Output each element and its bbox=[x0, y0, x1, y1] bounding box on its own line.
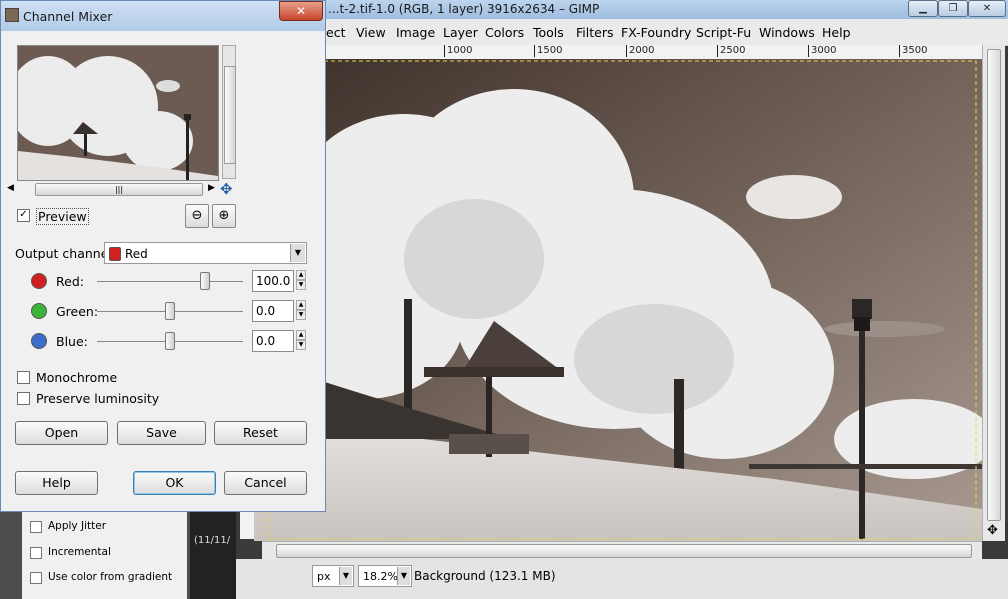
ok-button[interactable]: OK bbox=[133, 471, 216, 495]
menu-script-fu[interactable]: Script-Fu bbox=[696, 25, 751, 40]
reset-button[interactable]: Reset bbox=[214, 421, 307, 445]
dialog-body: ◀ ||| ▶ ✥ ✓ Preview ⊖ ⊕ Output channel: … bbox=[5, 31, 321, 509]
navigate-icon[interactable]: ✥ bbox=[220, 180, 233, 198]
dialog-close-button[interactable]: ✕ bbox=[279, 1, 323, 21]
ruler-mark: 1000 bbox=[444, 45, 472, 57]
scroll-right-icon[interactable]: ▶ bbox=[208, 183, 215, 193]
zoom-out-icon[interactable]: ⊖ bbox=[185, 204, 209, 228]
preview-checkbox[interactable]: ✓ bbox=[17, 209, 30, 222]
red-label: Red: bbox=[56, 274, 84, 289]
preview-vertical-scrollbar[interactable] bbox=[222, 45, 236, 179]
use-gradient-label: Use color from gradient bbox=[48, 571, 173, 583]
date-fragment: (11/11/ bbox=[194, 535, 231, 546]
green-slider-handle[interactable] bbox=[165, 302, 175, 320]
output-channel-select[interactable]: Red ▼ bbox=[104, 242, 307, 264]
window-close-button[interactable]: ✕ bbox=[968, 0, 1006, 17]
layer-info: Background (123.1 MB) bbox=[414, 569, 556, 583]
blue-value-input[interactable]: 0.0 bbox=[252, 330, 294, 352]
menu-bar: ect View Image Layer Colors Tools Filter… bbox=[230, 19, 1008, 46]
gimp-window-title: ...t-2.tif-1.0 (RGB, 1 layer) 3916x2634 … bbox=[328, 2, 600, 16]
menu-tools[interactable]: Tools bbox=[533, 25, 564, 40]
chevron-down-icon: ▼ bbox=[290, 244, 305, 262]
gimp-app-icon bbox=[5, 8, 19, 22]
unit-selector[interactable]: px ▼ bbox=[312, 565, 354, 587]
preview-thumbnail bbox=[18, 46, 218, 180]
red-value-input[interactable]: 100.0 bbox=[252, 270, 294, 292]
ruler-mark: 2000 bbox=[626, 45, 654, 57]
preview-horizontal-scrollbar[interactable]: ||| bbox=[17, 182, 217, 196]
ruler-mark: 3500 bbox=[899, 45, 927, 57]
image-canvas[interactable] bbox=[254, 59, 994, 541]
save-button[interactable]: Save bbox=[117, 421, 206, 445]
output-channel-label: Output channel: bbox=[15, 246, 117, 261]
cancel-button[interactable]: Cancel bbox=[224, 471, 307, 495]
open-button[interactable]: Open bbox=[15, 421, 108, 445]
zoom-value: 18.2% bbox=[363, 570, 398, 583]
green-channel-icon bbox=[31, 303, 47, 319]
apply-jitter-checkbox[interactable] bbox=[30, 521, 42, 533]
horizontal-scrollbar[interactable] bbox=[262, 541, 982, 560]
incremental-checkbox[interactable] bbox=[30, 547, 42, 559]
blue-label: Blue: bbox=[56, 334, 88, 349]
menu-image[interactable]: Image bbox=[396, 25, 435, 40]
use-gradient-checkbox[interactable] bbox=[30, 572, 42, 584]
menu-windows[interactable]: Windows bbox=[759, 25, 815, 40]
monochrome-checkbox[interactable] bbox=[17, 371, 30, 384]
menu-fx-foundry[interactable]: FX-Foundry bbox=[621, 25, 691, 40]
preserve-luminosity-checkbox[interactable] bbox=[17, 392, 30, 405]
incremental-label: Incremental bbox=[48, 546, 111, 558]
zoom-selector[interactable]: 18.2% ▼ bbox=[358, 565, 412, 587]
blue-spin-buttons[interactable]: ▲ ▼ bbox=[296, 330, 306, 352]
infrared-photo bbox=[254, 59, 994, 541]
tool-options-panel: Apply Jitter Incremental Use color from … bbox=[22, 512, 187, 599]
dialog-title-bar: Channel Mixer ✕ bbox=[1, 1, 325, 31]
green-label: Green: bbox=[56, 304, 99, 319]
unit-value: px bbox=[317, 570, 331, 583]
monochrome-label[interactable]: Monochrome bbox=[36, 370, 117, 385]
apply-jitter-label: Apply Jitter bbox=[48, 520, 107, 532]
vertical-scroll-thumb[interactable] bbox=[987, 49, 1001, 521]
preserve-luminosity-label[interactable]: Preserve luminosity bbox=[36, 391, 159, 406]
menu-view[interactable]: View bbox=[356, 25, 386, 40]
preview-image[interactable] bbox=[17, 45, 219, 181]
menu-colors[interactable]: Colors bbox=[485, 25, 524, 40]
status-bar: px ▼ 18.2% ▼ Background (123.1 MB) bbox=[230, 559, 1008, 599]
red-channel-icon bbox=[109, 247, 121, 261]
red-slider-track[interactable] bbox=[97, 281, 243, 282]
horizontal-ruler: 1000 1500 2000 2500 3000 3500 bbox=[262, 45, 982, 60]
navigate-icon[interactable]: ✥ bbox=[987, 523, 998, 538]
blue-slider-handle[interactable] bbox=[165, 332, 175, 350]
blue-channel-icon bbox=[31, 333, 47, 349]
help-button[interactable]: Help bbox=[15, 471, 98, 495]
maximize-button[interactable]: ❐ bbox=[938, 0, 968, 17]
chevron-down-icon: ▼ bbox=[397, 567, 410, 585]
zoom-in-icon[interactable]: ⊕ bbox=[212, 204, 236, 228]
red-spin-buttons[interactable]: ▲ ▼ bbox=[296, 270, 306, 292]
red-channel-icon bbox=[31, 273, 47, 289]
preview-vscroll-thumb[interactable] bbox=[224, 66, 236, 164]
dialog-title: Channel Mixer bbox=[23, 9, 113, 24]
horizontal-scroll-thumb[interactable] bbox=[276, 544, 972, 558]
dark-panel: (11/11/ bbox=[190, 512, 236, 599]
menu-edit[interactable]: ect bbox=[326, 25, 345, 40]
ruler-mark: 1500 bbox=[534, 45, 562, 57]
ruler-mark: 2500 bbox=[717, 45, 745, 57]
minimize-button[interactable]: ▁ bbox=[908, 0, 938, 17]
output-channel-value: Red bbox=[125, 247, 148, 261]
red-slider-handle[interactable] bbox=[200, 272, 210, 290]
chevron-down-icon: ▼ bbox=[339, 567, 352, 585]
scroll-left-icon[interactable]: ◀ bbox=[7, 183, 14, 193]
preview-label[interactable]: Preview bbox=[36, 208, 89, 225]
ruler-mark: 3000 bbox=[808, 45, 836, 57]
channel-mixer-dialog: Channel Mixer ✕ ◀ ||| ▶ ✥ ✓ Preview ⊖ ⊕ … bbox=[0, 0, 326, 512]
green-spin-buttons[interactable]: ▲ ▼ bbox=[296, 300, 306, 322]
vertical-scrollbar[interactable]: ✥ bbox=[982, 45, 1005, 541]
green-value-input[interactable]: 0.0 bbox=[252, 300, 294, 322]
menu-help[interactable]: Help bbox=[822, 25, 851, 40]
preview-hscroll-thumb[interactable]: ||| bbox=[35, 183, 203, 196]
menu-filters[interactable]: Filters bbox=[576, 25, 613, 40]
gimp-title-bar: ...t-2.tif-1.0 (RGB, 1 layer) 3916x2634 … bbox=[230, 0, 1008, 19]
menu-layer[interactable]: Layer bbox=[443, 25, 478, 40]
